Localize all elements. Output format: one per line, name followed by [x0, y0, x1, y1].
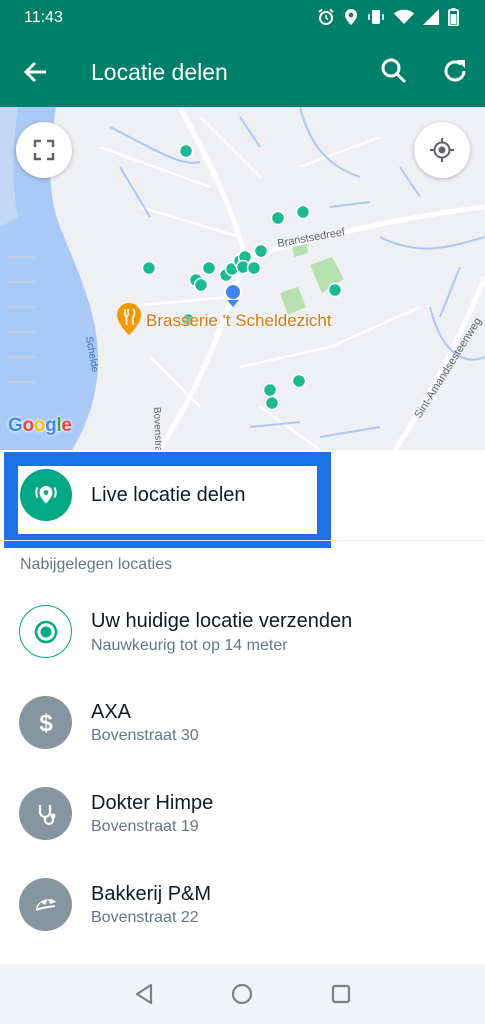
google-logo: Google: [8, 415, 72, 436]
place-marker[interactable]: [141, 260, 157, 276]
nav-recents-button[interactable]: [329, 982, 353, 1006]
list-item-title: Uw huidige locatie verzenden: [91, 610, 353, 632]
back-triangle-icon: [135, 983, 153, 1005]
list-item-subtitle: Nauwkeurig tot op 14 meter: [91, 637, 288, 654]
list-item-current-location[interactable]: Uw huidige locatie verzenden Nauwkeurig …: [0, 576, 485, 666]
status-icons: [317, 8, 459, 26]
place-marker[interactable]: [262, 382, 278, 398]
my-location-button[interactable]: [414, 122, 470, 178]
place-marker[interactable]: [246, 260, 262, 276]
place-label[interactable]: Brasserie 't Scheldezicht: [146, 311, 332, 331]
home-circle-icon: [231, 983, 253, 1005]
search-icon: [381, 58, 407, 84]
signal-icon: [423, 9, 439, 25]
list-item-bakkerij[interactable]: Bakkerij P&M Bovenstraat 22: [0, 858, 485, 948]
wifi-icon: [394, 9, 414, 24]
road-label-bovenstraat: Bovenstraat: [151, 407, 164, 450]
place-marker[interactable]: [201, 260, 217, 276]
back-arrow-icon: [23, 61, 46, 83]
list-item-axa[interactable]: $ AXA Bovenstraat 30: [0, 676, 485, 766]
status-time: 11:43: [24, 9, 63, 26]
nav-home-button[interactable]: [230, 982, 254, 1006]
app-bar: Locatie delen: [0, 38, 485, 107]
svg-text:$: $: [39, 710, 53, 737]
list-item-dokter-himpe[interactable]: Dokter Himpe Bovenstraat 19: [0, 767, 485, 857]
place-marker[interactable]: [270, 210, 286, 226]
list-item-title: AXA: [91, 701, 132, 723]
list-item-title: Dokter Himpe: [91, 792, 214, 814]
place-marker[interactable]: [327, 282, 343, 298]
current-location-icon: [19, 605, 72, 658]
refresh-icon: [444, 60, 466, 82]
fullscreen-button[interactable]: [16, 122, 72, 178]
map-view[interactable]: Branstsedreef Schelde Bovenstraat Sint-A…: [0, 107, 485, 450]
location-icon: [345, 9, 357, 25]
recents-square-icon: [331, 984, 351, 1004]
battery-icon: [448, 8, 459, 26]
refresh-button[interactable]: [439, 55, 471, 87]
place-marker[interactable]: [264, 395, 280, 411]
nav-back-button[interactable]: [132, 982, 156, 1006]
page-title: Locatie delen: [91, 59, 228, 85]
croissant-icon: [19, 878, 72, 931]
place-marker[interactable]: [193, 277, 209, 293]
search-button[interactable]: [378, 55, 410, 87]
list-item-subtitle: Bovenstraat 19: [91, 818, 199, 835]
system-nav-bar: [0, 964, 485, 1024]
list-item-subtitle: Bovenstraat 22: [91, 909, 199, 926]
fullscreen-icon: [33, 139, 55, 161]
section-header-nearby: Nabijgelegen locaties: [20, 556, 173, 573]
stethoscope-icon: [19, 787, 72, 840]
place-marker[interactable]: [178, 143, 194, 159]
place-marker[interactable]: [253, 243, 269, 259]
crosshair-icon: [430, 138, 454, 162]
status-bar: 11:43: [0, 0, 485, 38]
live-location-icon: [20, 469, 72, 521]
live-pin-icon: [35, 486, 57, 504]
list-item-subtitle: Bovenstraat 30: [91, 727, 199, 744]
vibrate-icon: [368, 10, 384, 24]
dollar-icon: $: [19, 696, 72, 749]
divider: [0, 540, 485, 541]
alarm-icon: [318, 8, 334, 25]
list-item-title: Bakkerij P&M: [91, 883, 212, 905]
live-location-label[interactable]: Live locatie delen: [91, 484, 246, 507]
map-canvas[interactable]: Branstsedreef Schelde Bovenstraat Sint-A…: [0, 107, 485, 450]
back-button[interactable]: [20, 56, 52, 88]
place-marker[interactable]: [291, 373, 307, 389]
place-marker[interactable]: [295, 204, 311, 220]
